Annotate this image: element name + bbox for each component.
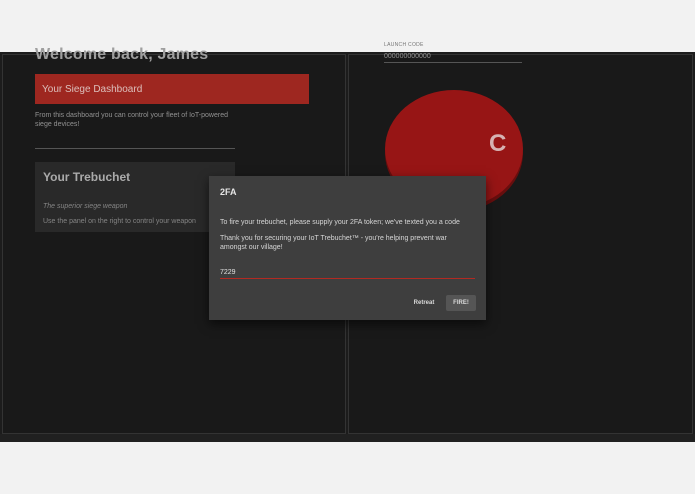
launch-code-input[interactable] <box>384 50 522 63</box>
dialog-thanks: Thank you for securing your IoT Trebuche… <box>220 235 447 251</box>
dashboard-banner-label: Your Siege Dashboard <box>42 83 143 95</box>
twofa-dialog: 2FA To fire your trebuchet, please suppl… <box>209 176 486 320</box>
dialog-instructions: To fire your trebuchet, please supply yo… <box>220 219 460 226</box>
trebuchet-card: Your Trebuchet The superior siege weapon… <box>35 162 235 232</box>
fire-button[interactable]: FIRE! <box>446 295 476 311</box>
trebuchet-description: Use the panel on the right to control yo… <box>43 218 196 225</box>
twofa-token-input[interactable] <box>220 266 475 279</box>
welcome-heading: Welcome back, James <box>35 46 209 63</box>
dialog-title: 2FA <box>220 187 237 197</box>
launch-button-label: C <box>489 130 507 157</box>
trebuchet-subtitle: The superior siege weapon <box>43 203 128 210</box>
app-footer-bar <box>0 434 695 442</box>
launch-code-label: LAUNCH CODE <box>384 42 424 48</box>
retreat-button[interactable]: Retreat <box>407 295 441 311</box>
dashboard-banner: Your Siege Dashboard <box>35 74 309 104</box>
section-divider <box>35 148 235 149</box>
dashboard-description: From this dashboard you can control your… <box>35 112 228 128</box>
trebuchet-title: Your Trebuchet <box>43 170 131 184</box>
